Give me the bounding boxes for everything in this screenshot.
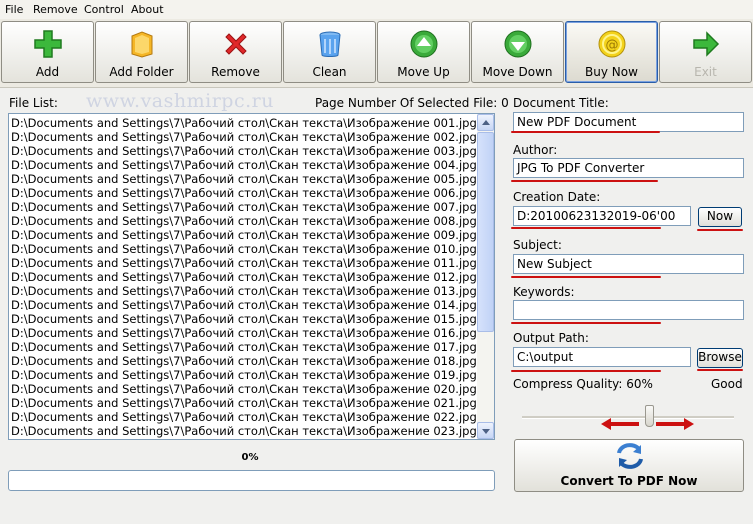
move-up-button[interactable]: Move Up	[377, 21, 470, 83]
annotation-underline	[511, 180, 658, 182]
file-list[interactable]: D:\Documents and Settings\7\Рабочий стол…	[8, 113, 495, 440]
list-item[interactable]: D:\Documents and Settings\7\Рабочий стол…	[11, 382, 477, 396]
list-item[interactable]: D:\Documents and Settings\7\Рабочий стол…	[11, 172, 477, 186]
document-title-label: Document Title:	[513, 96, 609, 110]
menu-remove[interactable]: Remove	[33, 3, 78, 16]
list-item[interactable]: D:\Documents and Settings\7\Рабочий стол…	[11, 214, 477, 228]
list-item[interactable]: D:\Documents and Settings\7\Рабочий стол…	[11, 396, 477, 410]
list-item[interactable]: D:\Documents and Settings\7\Рабочий стол…	[11, 354, 477, 368]
buy-now-button[interactable]: @ Buy Now	[565, 21, 658, 83]
svg-text:@: @	[605, 38, 618, 53]
annotation-arrow-left	[601, 418, 639, 430]
annotation-underline	[511, 276, 661, 278]
clean-button-label: Clean	[312, 65, 347, 79]
keywords-label: Keywords:	[513, 285, 575, 299]
list-item[interactable]: D:\Documents and Settings\7\Рабочий стол…	[11, 284, 477, 298]
scroll-thumb[interactable]	[477, 132, 494, 332]
menu-about[interactable]: About	[131, 3, 164, 16]
list-item[interactable]: D:\Documents and Settings\7\Рабочий стол…	[11, 270, 477, 284]
list-item[interactable]: D:\Documents and Settings\7\Рабочий стол…	[11, 298, 477, 312]
move-down-button[interactable]: Move Down	[471, 21, 564, 83]
delete-x-icon	[224, 33, 247, 55]
quality-good-label: Good	[711, 377, 743, 391]
remove-button[interactable]: Remove	[189, 21, 282, 83]
arrow-down-circle-icon	[504, 30, 531, 58]
subject-input[interactable]: New Subject	[513, 254, 744, 274]
move-down-button-label: Move Down	[482, 65, 553, 79]
list-item[interactable]: D:\Documents and Settings\7\Рабочий стол…	[11, 424, 477, 438]
annotation-arrow-right	[656, 418, 694, 430]
coin-icon: @	[598, 30, 625, 58]
annotation-underline	[511, 131, 660, 133]
scroll-down-button[interactable]	[477, 422, 494, 439]
convert-to-pdf-button[interactable]: Convert To PDF Now	[514, 439, 744, 492]
exit-arrow-icon	[692, 31, 719, 57]
remove-button-label: Remove	[211, 65, 260, 79]
file-list-scrollbar[interactable]	[477, 114, 494, 439]
list-item[interactable]: D:\Documents and Settings\7\Рабочий стол…	[11, 256, 477, 270]
keywords-input[interactable]	[513, 300, 744, 320]
creation-date-input[interactable]: D:20100623132019-06'00	[513, 206, 691, 226]
annotation-underline	[697, 229, 743, 231]
list-item[interactable]: D:\Documents and Settings\7\Рабочий стол…	[11, 228, 477, 242]
clean-button[interactable]: Clean	[283, 21, 376, 83]
list-item[interactable]: D:\Documents and Settings\7\Рабочий стол…	[11, 144, 477, 158]
list-item[interactable]: D:\Documents and Settings\7\Рабочий стол…	[11, 158, 477, 172]
exit-button[interactable]: Exit	[659, 21, 752, 83]
menu-bar: File Remove Control About	[0, 0, 753, 19]
slider-thumb[interactable]	[645, 405, 655, 427]
list-item[interactable]: D:\Documents and Settings\7\Рабочий стол…	[11, 368, 477, 382]
add-folder-button-label: Add Folder	[109, 65, 174, 79]
file-list-label: File List:	[9, 96, 58, 110]
convert-button-label: Convert To PDF Now	[560, 474, 698, 488]
selected-page-number: Page Number Of Selected File: 0	[315, 96, 509, 110]
annotation-underline	[511, 227, 661, 229]
now-button[interactable]: Now	[698, 207, 742, 227]
list-item[interactable]: D:\Documents and Settings\7\Рабочий стол…	[11, 116, 477, 130]
document-title-input[interactable]: New PDF Document	[513, 112, 744, 132]
watermark-text: www.vashmirpc.ru	[86, 90, 274, 112]
menu-control[interactable]: Control	[84, 3, 124, 16]
author-label: Author:	[513, 143, 558, 157]
plus-icon	[33, 30, 62, 58]
compress-quality-label: Compress Quality: 60%	[513, 377, 653, 391]
scroll-up-button[interactable]	[477, 114, 494, 131]
subject-label: Subject:	[513, 238, 562, 252]
add-button[interactable]: Add	[1, 21, 94, 83]
browse-button[interactable]: Browse	[697, 348, 743, 368]
add-folder-button[interactable]: Add Folder	[95, 21, 188, 83]
list-item[interactable]: D:\Documents and Settings\7\Рабочий стол…	[11, 242, 477, 256]
progress-percent: 0%	[241, 452, 259, 463]
creation-date-label: Creation Date:	[513, 190, 601, 204]
author-input[interactable]: JPG To PDF Converter	[513, 158, 744, 178]
list-item[interactable]: D:\Documents and Settings\7\Рабочий стол…	[11, 340, 477, 354]
arrow-up-circle-icon	[410, 30, 437, 58]
convert-icon	[617, 443, 643, 469]
list-item[interactable]: D:\Documents and Settings\7\Рабочий стол…	[11, 410, 477, 424]
move-up-button-label: Move Up	[397, 65, 450, 79]
list-item[interactable]: D:\Documents and Settings\7\Рабочий стол…	[11, 200, 477, 214]
list-item[interactable]: D:\Documents and Settings\7\Рабочий стол…	[11, 186, 477, 200]
output-path-input[interactable]: C:\output	[513, 347, 691, 367]
list-item[interactable]: D:\Documents and Settings\7\Рабочий стол…	[11, 312, 477, 326]
folder-icon	[131, 31, 152, 58]
menu-file[interactable]: File	[5, 3, 23, 16]
add-button-label: Add	[35, 65, 60, 79]
progress-bar	[8, 470, 495, 491]
trash-bin-icon	[319, 31, 340, 57]
toolbar: Add Add Folder Remove Clean Move Up Move…	[0, 19, 753, 88]
list-item[interactable]: D:\Documents and Settings\7\Рабочий стол…	[11, 130, 477, 144]
exit-button-label: Exit	[694, 65, 717, 79]
annotation-underline	[511, 370, 661, 372]
annotation-underline	[697, 369, 743, 371]
buy-now-button-label: Buy Now	[585, 65, 638, 79]
output-path-label: Output Path:	[513, 331, 589, 345]
annotation-underline	[511, 322, 661, 324]
list-item[interactable]: D:\Documents and Settings\7\Рабочий стол…	[11, 326, 477, 340]
